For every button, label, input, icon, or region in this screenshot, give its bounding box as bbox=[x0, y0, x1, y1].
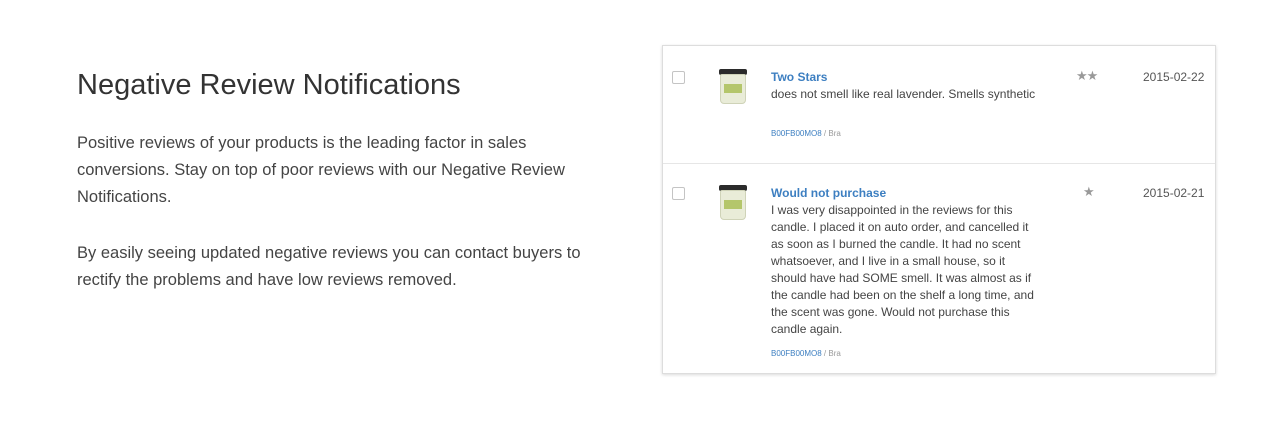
review-product-ref: B00FB00MO8 / Bra bbox=[771, 349, 841, 358]
review-row: Would not purchase I was very disappoint… bbox=[663, 164, 1215, 374]
candle-jar-icon bbox=[718, 185, 748, 221]
review-row: Two Stars does not smell like real laven… bbox=[663, 46, 1215, 164]
review-body: I was very disappointed in the reviews f… bbox=[771, 203, 1034, 336]
review-select-checkbox[interactable] bbox=[672, 187, 685, 200]
product-ref-suffix: / Bra bbox=[821, 349, 841, 358]
review-date: 2015-02-21 bbox=[1143, 186, 1205, 200]
review-title[interactable]: Two Stars bbox=[771, 70, 827, 84]
asin-link[interactable]: B00FB00MO8 bbox=[771, 129, 822, 138]
review-list-card: Two Stars does not smell like real laven… bbox=[662, 45, 1216, 374]
feature-paragraph-2: By easily seeing updated negative review… bbox=[77, 244, 581, 289]
product-ref-suffix: / Bra bbox=[821, 129, 841, 138]
feature-paragraph-1: Positive reviews of your products is the… bbox=[77, 134, 565, 206]
asin-link[interactable]: B00FB00MO8 bbox=[771, 349, 822, 358]
star-rating: ★ bbox=[1083, 184, 1095, 199]
review-title[interactable]: Would not purchase bbox=[771, 186, 886, 200]
feature-section: Negative Review Notifications Positive r… bbox=[77, 66, 617, 323]
review-date: 2015-02-22 bbox=[1143, 70, 1205, 84]
candle-jar-icon bbox=[718, 69, 748, 105]
feature-title: Negative Review Notifications bbox=[77, 69, 461, 101]
review-body: does not smell like real lavender. Smell… bbox=[771, 87, 1036, 101]
review-product-ref: B00FB00MO8 / Bra bbox=[771, 129, 841, 138]
star-rating: ★★ bbox=[1076, 68, 1098, 83]
review-select-checkbox[interactable] bbox=[672, 71, 685, 84]
